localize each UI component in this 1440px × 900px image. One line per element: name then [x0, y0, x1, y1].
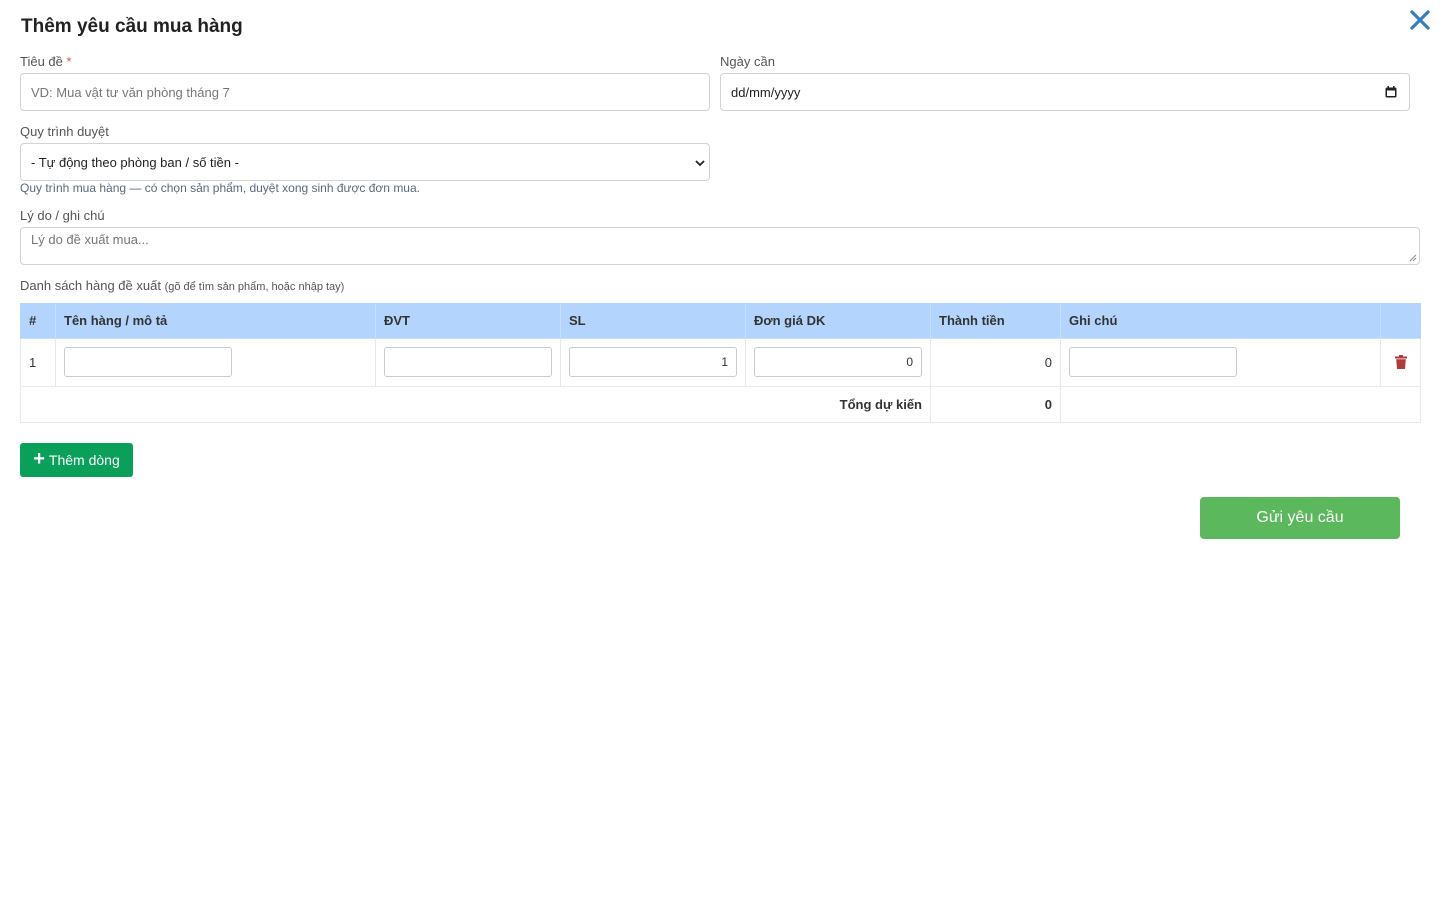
title-label: Tiêu đề * — [20, 54, 72, 69]
column-header-actions — [1380, 303, 1421, 339]
item-unit-price-input[interactable]: 0 — [754, 347, 922, 377]
item-unit-input[interactable] — [384, 347, 552, 377]
workflow-label: Quy trình duyệt — [20, 124, 109, 139]
item-amount: 0 — [930, 337, 1061, 387]
date-label: Ngày cần — [720, 54, 775, 69]
column-header-amount: Thành tiền — [930, 303, 1061, 339]
item-note-input[interactable] — [1069, 347, 1237, 377]
title-input-placeholder: VD: Mua vật tư văn phòng tháng 7 — [31, 84, 230, 100]
close-icon[interactable] — [1408, 8, 1432, 32]
chevron-down-icon — [695, 160, 705, 167]
table-header-row: # Tên hàng / mô tả ĐVT SL Đơn giá DK Thà… — [20, 303, 1421, 339]
workflow-hint: Quy trình mua hàng — có chọn sản phẩm, d… — [20, 181, 420, 195]
workflow-select-value: - Tự động theo phòng ban / số tiền - — [31, 154, 239, 170]
column-header-unit: ĐVT — [375, 303, 561, 339]
total-row-spacer — [1060, 385, 1421, 423]
calendar-icon[interactable] — [1385, 86, 1397, 98]
add-row-label: Thêm dòng — [48, 452, 120, 468]
column-header-name: Tên hàng / mô tả — [55, 303, 376, 339]
column-header-note: Ghi chú — [1060, 303, 1381, 339]
date-input[interactable]: dd/mm/yyyy — [720, 73, 1410, 111]
column-header-index: # — [20, 303, 56, 339]
item-name-input[interactable] — [64, 347, 232, 377]
trash-icon[interactable] — [1394, 355, 1408, 369]
dialog-title: Thêm yêu cầu mua hàng — [21, 16, 243, 37]
items-section-label: Danh sách hàng đề xuất (gõ để tìm sản ph… — [20, 278, 345, 293]
reason-label: Lý do / ghi chú — [20, 208, 105, 223]
total-row: Tổng dự kiến 0 — [20, 385, 1421, 423]
column-header-qty: SL — [560, 303, 746, 339]
date-input-placeholder: dd/mm/yyyy — [731, 84, 801, 100]
workflow-select[interactable]: - Tự động theo phòng ban / số tiền - — [20, 143, 710, 181]
submit-label: Gửi yêu cầu — [1256, 509, 1344, 526]
total-label: Tổng dự kiến — [20, 385, 931, 423]
plus-icon: + — [33, 448, 45, 470]
table-row: 1 1 0 0 — [20, 337, 1421, 387]
reason-textarea-placeholder: Lý do đề xuất mua... — [31, 232, 149, 247]
resize-grip-icon[interactable] — [1409, 254, 1417, 262]
required-mark: * — [66, 54, 72, 69]
items-table: # Tên hàng / mô tả ĐVT SL Đơn giá DK Thà… — [20, 303, 1421, 423]
add-row-button[interactable]: + Thêm dòng — [20, 443, 133, 477]
column-header-unit-price: Đơn giá DK — [745, 303, 931, 339]
items-section-sublabel: (gõ để tìm sản phẩm, hoặc nhập tay) — [164, 281, 345, 293]
submit-button[interactable]: Gửi yêu cầu — [1200, 497, 1400, 539]
item-qty-input[interactable]: 1 — [569, 347, 737, 377]
title-input[interactable]: VD: Mua vật tư văn phòng tháng 7 — [20, 73, 710, 111]
reason-textarea[interactable]: Lý do đề xuất mua... — [20, 227, 1420, 265]
row-index: 1 — [20, 337, 56, 387]
total-value: 0 — [930, 385, 1061, 423]
